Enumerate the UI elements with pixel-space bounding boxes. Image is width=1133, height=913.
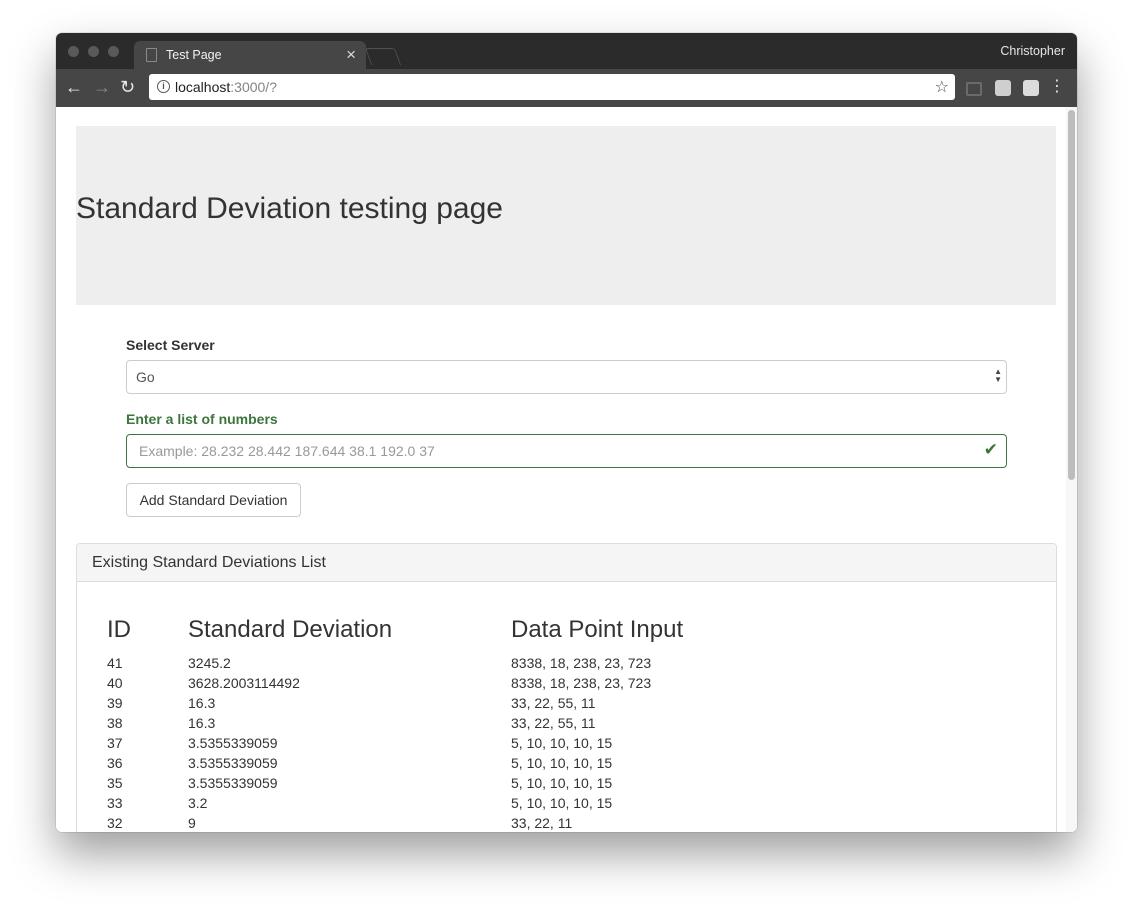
server-select-value: Go xyxy=(136,369,155,385)
cell-standard-deviation: 16.3 xyxy=(188,715,216,731)
cell-data-point-input: 33, 22, 55, 11 xyxy=(511,715,596,731)
column-header-data-point-input: Data Point Input xyxy=(511,616,684,643)
cell-id: 32 xyxy=(107,815,123,831)
column-header-id: ID xyxy=(107,616,131,643)
browser-window: Test Page × Christopher ← → ↻ i localhos… xyxy=(56,33,1077,832)
select-arrows-icon: ▲ ▼ xyxy=(994,367,1002,384)
browser-toolbar: ← → ↻ i localhost:3000/? ☆ ⋮ xyxy=(56,69,1077,107)
cell-standard-deviation: 3245.2 xyxy=(188,655,231,671)
tab-test-page[interactable]: Test Page × xyxy=(134,41,366,69)
cell-id: 36 xyxy=(107,755,123,771)
server-select[interactable]: Go ▲ ▼ xyxy=(126,360,1007,394)
cell-standard-deviation: 3.5355339059 xyxy=(188,735,278,751)
table-row: 35 3.5355339059 5, 10, 10, 10, 15 xyxy=(107,774,1007,794)
numbers-input[interactable]: Example: 28.232 28.442 187.644 38.1 192.… xyxy=(126,434,1007,468)
table-row: 33 3.2 5, 10, 10, 10, 15 xyxy=(107,794,1007,814)
extension-icon[interactable] xyxy=(995,80,1011,96)
numbers-input-placeholder: Example: 28.232 28.442 187.644 38.1 192.… xyxy=(139,443,435,459)
star-icon[interactable]: ☆ xyxy=(935,77,949,97)
url-path: :3000/? xyxy=(230,79,277,95)
cell-id: 41 xyxy=(107,655,123,671)
table-body: 41 3245.2 8338, 18, 238, 23, 723 40 3628.200… xyxy=(107,654,1007,832)
tab-title: Test Page xyxy=(166,48,222,62)
panel-heading-text: Existing Standard Deviations List xyxy=(92,554,326,571)
tab-strip: Test Page × Christopher xyxy=(56,33,1077,69)
page-viewport: Standard Deviation testing page Select S… xyxy=(56,107,1077,832)
cell-standard-deviation: 16.3 xyxy=(188,695,216,711)
forward-icon[interactable]: → xyxy=(93,77,111,97)
cell-id: 33 xyxy=(107,795,123,811)
info-icon[interactable]: i xyxy=(157,80,170,93)
page-icon xyxy=(146,48,157,62)
reload-icon[interactable]: ↻ xyxy=(120,77,135,97)
cell-standard-deviation: 3.5355339059 xyxy=(188,755,278,771)
table-row: 39 16.3 33, 22, 55, 11 xyxy=(107,694,1007,714)
cell-standard-deviation: 9 xyxy=(188,815,196,831)
menu-icon[interactable]: ⋮ xyxy=(1049,77,1065,97)
cell-data-point-input: 33, 22, 11 xyxy=(511,815,573,831)
close-tab-icon[interactable]: × xyxy=(346,45,356,65)
cell-standard-deviation: 3628.2003114492 xyxy=(188,675,300,691)
table-row: 37 3.5355339059 5, 10, 10, 10, 15 xyxy=(107,734,1007,754)
cell-standard-deviation: 3.5355339059 xyxy=(188,775,278,791)
cell-id: 35 xyxy=(107,775,123,791)
extension-icon[interactable] xyxy=(1023,80,1039,96)
standard-deviations-panel: Existing Standard Deviations List ID Sta… xyxy=(76,543,1057,832)
table-row: 38 16.3 33, 22, 55, 11 xyxy=(107,714,1007,734)
cell-data-point-input: 33, 22, 55, 11 xyxy=(511,695,596,711)
check-icon: ✔ xyxy=(983,440,998,459)
cell-id: 40 xyxy=(107,675,123,691)
table-row: 40 3628.2003114492 8338, 18, 238, 23, 723 xyxy=(107,674,1007,694)
panel-heading: Existing Standard Deviations List xyxy=(77,544,1056,582)
cell-id: 37 xyxy=(107,735,123,751)
cell-data-point-input: 5, 10, 10, 10, 15 xyxy=(511,755,613,771)
new-tab-button[interactable] xyxy=(364,48,402,65)
cell-data-point-input: 5, 10, 10, 10, 15 xyxy=(511,795,613,811)
cast-icon[interactable] xyxy=(966,82,982,96)
jumbotron: Standard Deviation testing page xyxy=(76,126,1056,305)
page-title: Standard Deviation testing page xyxy=(76,192,503,225)
add-standard-deviation-button[interactable]: Add Standard Deviation xyxy=(126,483,301,517)
cell-standard-deviation: 3.2 xyxy=(188,795,208,811)
cell-data-point-input: 5, 10, 10, 10, 15 xyxy=(511,735,613,751)
column-header-standard-deviation: Standard Deviation xyxy=(188,616,393,643)
cell-data-point-input: 5, 10, 10, 10, 15 xyxy=(511,775,613,791)
profile-name[interactable]: Christopher xyxy=(1000,44,1065,58)
numbers-label: Enter a list of numbers xyxy=(126,411,278,427)
scrollbar[interactable] xyxy=(1066,107,1077,832)
table-row: 41 3245.2 8338, 18, 238, 23, 723 xyxy=(107,654,1007,674)
scrollbar-thumb[interactable] xyxy=(1068,110,1075,480)
minimize-window-icon[interactable] xyxy=(88,46,99,57)
back-icon[interactable]: ← xyxy=(65,77,83,97)
cell-data-point-input: 8338, 18, 238, 23, 723 xyxy=(511,675,652,691)
url-host: localhost xyxy=(175,79,231,95)
cell-id: 39 xyxy=(107,695,123,711)
url-text[interactable]: localhost:3000/? xyxy=(175,79,277,95)
zoom-window-icon[interactable] xyxy=(108,46,119,57)
cell-data-point-input: 8338, 18, 238, 23, 723 xyxy=(511,655,652,671)
select-server-label: Select Server xyxy=(126,337,215,353)
cell-id: 38 xyxy=(107,715,123,731)
table-row: 36 3.5355339059 5, 10, 10, 10, 15 xyxy=(107,754,1007,774)
address-bar[interactable]: i localhost:3000/? ☆ xyxy=(149,74,955,100)
table-row: 32 9 33, 22, 11 xyxy=(107,814,1007,832)
close-window-icon[interactable] xyxy=(68,46,79,57)
